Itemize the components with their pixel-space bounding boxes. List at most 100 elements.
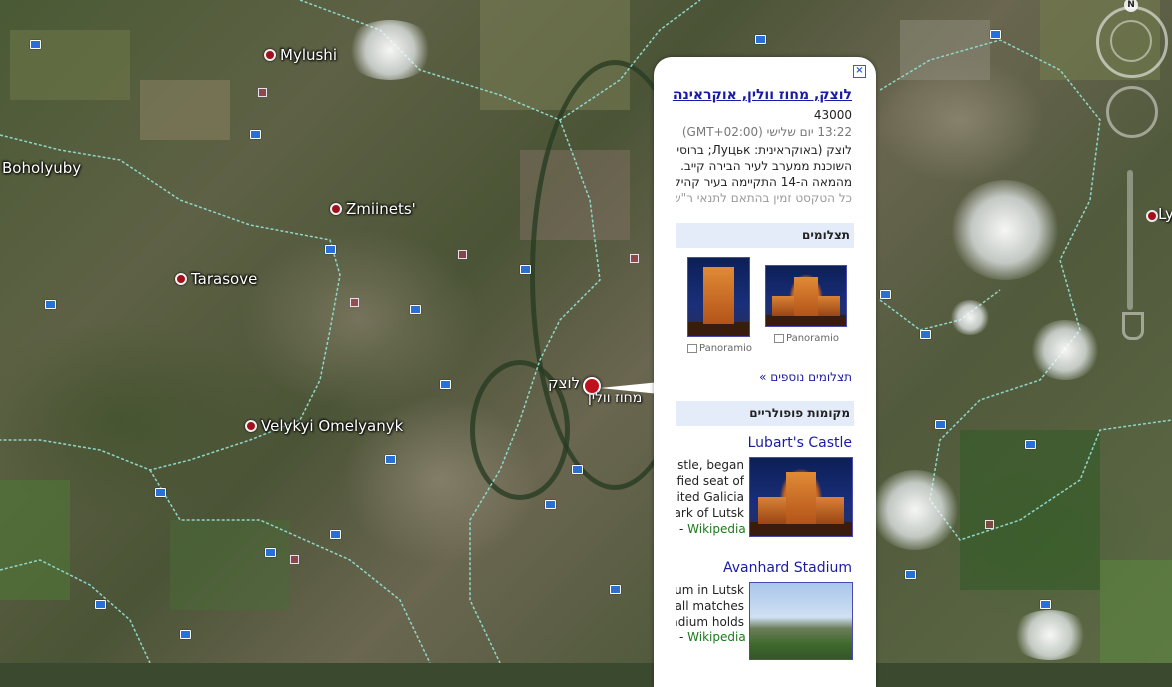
castle-tower (794, 276, 818, 317)
poi-box-icon[interactable] (985, 520, 994, 529)
popular-places-section-header: מקומות פופולריים (676, 401, 854, 426)
cloud (1030, 320, 1100, 380)
place-pin-icon (264, 49, 276, 61)
poi-box-icon[interactable] (630, 254, 639, 263)
description-line: השוכנת ממערב לעיר הבירה קייב. (680, 159, 852, 173)
description: לוצק (באוקראינית: Луцьк; ברוסית השוכנת מ… (676, 142, 852, 206)
photo-marker-icon[interactable] (250, 130, 261, 139)
place-pin-icon (330, 203, 342, 215)
photo-marker-icon[interactable] (880, 290, 891, 299)
snippet-line: um in Lutsk, (676, 583, 744, 597)
poi-box-icon[interactable] (458, 250, 467, 259)
popular-place-photo[interactable] (749, 457, 853, 537)
boundary-lines (0, 0, 1172, 663)
snippet-line: ark of Lutsk, (676, 506, 744, 520)
photo-marker-icon[interactable] (990, 30, 1001, 39)
photo-marker-icon[interactable] (180, 630, 191, 639)
photo-credit[interactable]: Panoramio (687, 343, 752, 354)
popular-place-snippet: astle, began tified seat of ited Galicia… (676, 457, 744, 521)
place-label: Tarasove (191, 270, 258, 288)
photo-marker-icon[interactable] (572, 465, 583, 474)
balloon-title-link[interactable]: לוצק, מחוז וולין, אוקראינה (673, 87, 852, 103)
cloud (950, 300, 990, 335)
source-prefix: - (679, 630, 688, 644)
photo-marker-icon[interactable] (920, 330, 931, 339)
place-tarasove[interactable]: Tarasove (175, 270, 257, 288)
cloud (950, 180, 1060, 280)
poi-box-icon[interactable] (258, 88, 267, 97)
stadium-photo (750, 583, 852, 659)
description-line: מהמאה ה-14 התקיימה בעיר קהילו (676, 175, 852, 189)
zoom-out-icon[interactable] (1122, 312, 1144, 340)
snippet-line: ited Galicia- (676, 490, 744, 504)
snippet-line: tified seat of (676, 474, 744, 488)
selected-region-label: מחוז וולין (588, 390, 643, 406)
photo-marker-icon[interactable] (325, 245, 336, 254)
selected-city-label[interactable]: לוצק (548, 374, 580, 392)
photo-marker-icon[interactable] (1040, 600, 1051, 609)
place-pin-icon (245, 420, 257, 432)
place-label: Velykyi Omelyanyk (261, 417, 404, 435)
external-link-icon (687, 343, 697, 353)
popular-place-source: - Wikipedia (679, 522, 746, 536)
photo-credit-label: Panoramio (699, 343, 753, 354)
poi-box-icon[interactable] (290, 555, 299, 564)
photo-marker-icon[interactable] (45, 300, 56, 309)
photo-credit[interactable]: Panoramio (774, 333, 839, 344)
popular-place-snippet: um in Lutsk, all matches, adium holds (676, 582, 744, 630)
popular-place-photo[interactable] (749, 582, 853, 660)
place-pin-icon (175, 273, 187, 285)
photo-marker-icon[interactable] (520, 265, 531, 274)
photo-marker-icon[interactable] (330, 530, 341, 539)
place-zmiinets[interactable]: Zmiinets' (330, 200, 416, 218)
wikipedia-link[interactable]: Wikipedia (687, 522, 746, 536)
photo-marker-icon[interactable] (155, 488, 166, 497)
place-label: Boholyuby (2, 159, 82, 177)
navigation-controls[interactable]: N (1094, 0, 1168, 340)
snippet-line: adium holds (676, 615, 744, 629)
zoom-slider[interactable] (1127, 170, 1133, 310)
photos-section-header: תצלומים (676, 223, 854, 248)
photo-marker-icon[interactable] (1025, 440, 1036, 449)
photo-marker-icon[interactable] (440, 380, 451, 389)
castle-tower (703, 267, 734, 324)
popular-place-source: - Wikipedia (679, 630, 746, 644)
close-icon[interactable]: × (853, 65, 866, 78)
photo-marker-icon[interactable] (410, 305, 421, 314)
look-joystick-icon[interactable] (1106, 86, 1158, 138)
compass-inner-icon[interactable] (1110, 20, 1152, 62)
more-photos-link[interactable]: תצלומים נוספים » (759, 370, 852, 384)
photo-marker-icon[interactable] (935, 420, 946, 429)
place-velykyi-omelyanyk[interactable]: Velykyi Omelyanyk (245, 417, 403, 435)
info-balloon: × לוצק, מחוז וולין, אוקראינה 43000 13:22… (654, 57, 876, 687)
wikipedia-link[interactable]: Wikipedia (687, 630, 746, 644)
snippet-line: astle, began (676, 458, 744, 472)
postal-code: 43000 (813, 108, 852, 122)
place-label: Mylushi (280, 46, 337, 64)
cloud (1010, 610, 1090, 660)
satellite-map[interactable]: Mylushi Boholyuby Zmiinets' Tarasove Vel… (0, 0, 1172, 663)
external-link-icon (774, 333, 784, 343)
place-label: Zmiinets' (346, 200, 416, 218)
photo-thumbnail[interactable] (687, 257, 750, 337)
local-time: 13:22 יום שלישי (GMT+02:00) (681, 125, 852, 139)
photo-marker-icon[interactable] (265, 548, 276, 557)
photo-marker-icon[interactable] (95, 600, 106, 609)
description-line: כל הטקסט זמין בהתאם לתנאי ר"ש (676, 191, 852, 205)
photo-marker-icon[interactable] (30, 40, 41, 49)
photo-marker-icon[interactable] (610, 585, 621, 594)
popular-place-title[interactable]: Lubart's Castle (748, 435, 852, 451)
snippet-line: all matches, (676, 599, 744, 613)
photo-marker-icon[interactable] (905, 570, 916, 579)
photo-marker-icon[interactable] (755, 35, 766, 44)
description-line: לוצק (באוקראינית: Луцьк; ברוסית (676, 143, 852, 157)
photo-marker-icon[interactable] (545, 500, 556, 509)
cloud (870, 470, 960, 550)
photo-marker-icon[interactable] (385, 455, 396, 464)
poi-box-icon[interactable] (350, 298, 359, 307)
place-mylushi[interactable]: Mylushi (264, 46, 337, 64)
place-boholyuby[interactable]: Boholyuby (2, 159, 81, 177)
photo-thumbnail[interactable] (765, 265, 847, 327)
castle-tower (785, 472, 817, 524)
popular-place-title[interactable]: Avanhard Stadium (723, 560, 852, 576)
